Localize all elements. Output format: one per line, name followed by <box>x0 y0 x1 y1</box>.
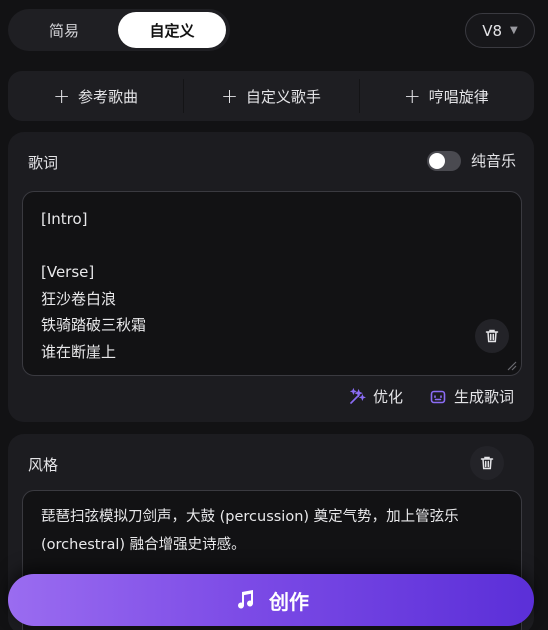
top-bar: 简易 自定义 V8 ▼ <box>8 9 540 51</box>
style-title: 风格 <box>28 456 59 474</box>
version-select[interactable]: V8 ▼ <box>465 13 535 48</box>
chevron-down-icon: ▼ <box>510 25 518 36</box>
pure-music-label: 纯音乐 <box>470 152 516 170</box>
pure-music-switch[interactable] <box>426 150 461 171</box>
trash-icon <box>485 329 499 343</box>
tab-custom[interactable]: 自定义 <box>118 12 226 48</box>
add-reference-song-label: 参考歌曲 <box>78 87 139 106</box>
resize-handle-icon[interactable] <box>505 359 517 371</box>
plus-icon: + <box>221 84 238 108</box>
generate-lyrics-label: 生成歌词 <box>453 388 514 406</box>
lyric-line: [Intro] <box>41 210 88 228</box>
mode-toggle: 简易 自定义 <box>8 9 230 51</box>
lyric-line: 谁在断崖上 <box>41 342 117 361</box>
lyric-line <box>41 233 503 260</box>
magic-wand-icon <box>349 387 366 404</box>
lyrics-actions: 优化 生成歌词 <box>348 386 514 407</box>
quick-actions-bar: + 参考歌曲 + 自定义歌手 + 哼唱旋律 <box>8 71 534 121</box>
optimize-label: 优化 <box>372 388 403 406</box>
ai-robot-icon <box>430 390 446 403</box>
lyric-line: [Verse] <box>41 263 95 281</box>
clear-style-button[interactable] <box>470 446 504 480</box>
tab-simple[interactable]: 简易 <box>11 12 117 48</box>
lyrics-textarea[interactable]: [Intro] [Verse] 狂沙卷白浪 铁骑踏破三秋霜 谁在断崖上 <box>22 191 522 376</box>
generate-lyrics-button[interactable]: 生成歌词 <box>429 386 514 407</box>
lyric-line: 狂沙卷白浪 <box>41 289 117 308</box>
add-hum-melody-button[interactable]: + 哼唱旋律 <box>358 71 534 121</box>
lyrics-title: 歌词 <box>28 154 59 172</box>
version-value: V8 <box>482 21 503 40</box>
optimize-lyrics-button[interactable]: 优化 <box>348 386 403 407</box>
add-custom-singer-button[interactable]: + 自定义歌手 <box>183 71 358 121</box>
create-button[interactable]: 创作 <box>8 574 534 626</box>
music-note-icon <box>238 590 253 609</box>
plus-icon: + <box>53 84 71 108</box>
create-label: 创作 <box>269 589 309 614</box>
style-text: 琵琶扫弦模拟刀剑声，大鼓 (percussion) 奠定气势，加上管弦乐 (or… <box>41 509 459 553</box>
trash-icon <box>480 456 494 470</box>
add-hum-melody-label: 哼唱旋律 <box>428 87 489 106</box>
clear-lyrics-button[interactable] <box>475 319 509 353</box>
add-custom-singer-label: 自定义歌手 <box>245 87 321 106</box>
plus-icon: + <box>403 84 421 108</box>
pure-music-toggle-group: 纯音乐 <box>426 150 516 171</box>
add-reference-song-button[interactable]: + 参考歌曲 <box>8 71 183 121</box>
lyric-line: 铁骑踏破三秋霜 <box>41 316 147 334</box>
lyrics-card: 歌词 纯音乐 [Intro] [Verse] 狂沙卷白浪 铁骑踏破三秋霜 谁在断… <box>8 132 534 422</box>
switch-knob <box>428 152 445 169</box>
